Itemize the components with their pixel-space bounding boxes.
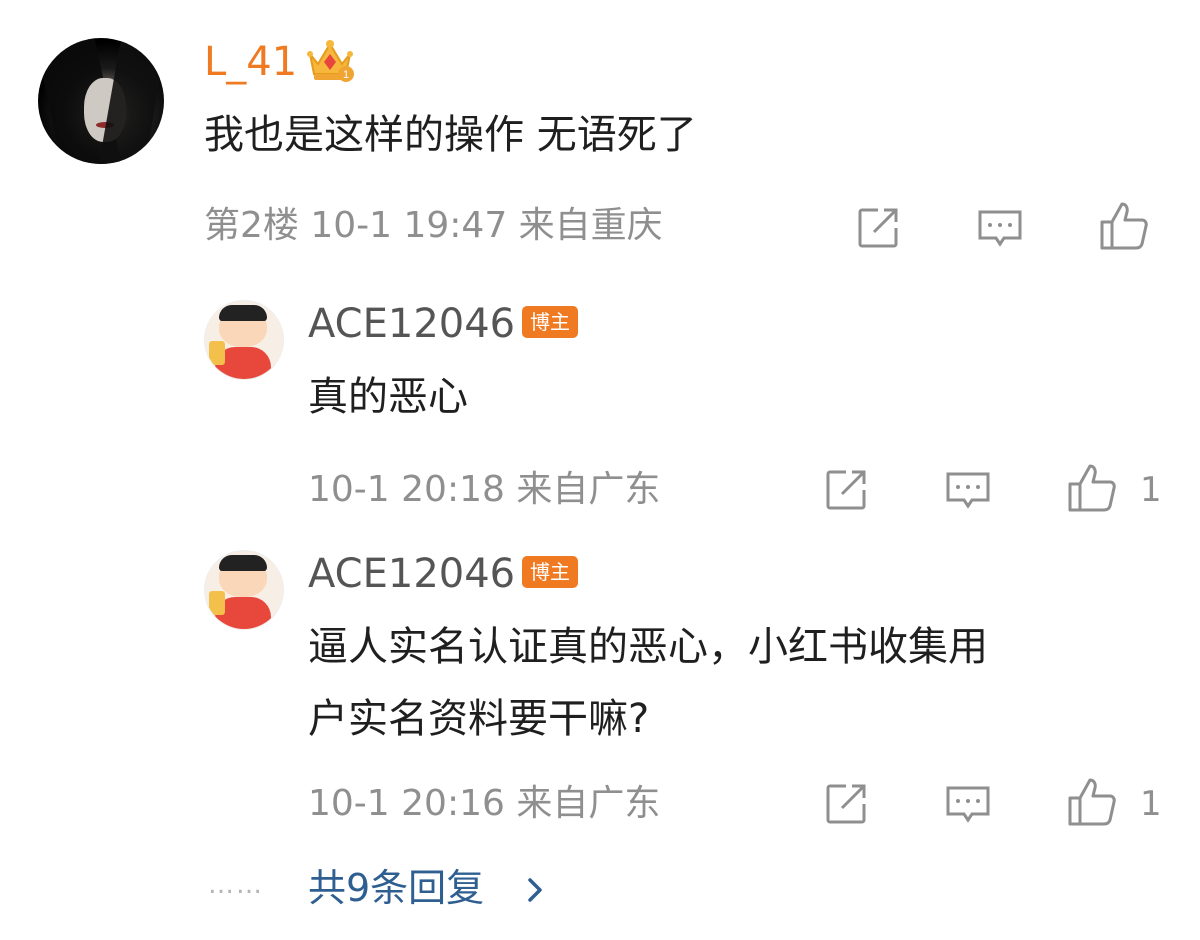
main-comment-username[interactable]: L_41 [204, 38, 297, 86]
like-icon[interactable] [1066, 776, 1118, 828]
main-comment-text: 我也是这样的操作 无语死了 [204, 112, 697, 158]
comment-icon[interactable] [976, 204, 1024, 252]
chevron-right-icon[interactable] [522, 872, 548, 908]
like-count: 1 [1140, 784, 1162, 824]
reply-text: 真的恶心 [308, 374, 468, 420]
reply-username[interactable]: ACE12046 [308, 550, 515, 598]
reply-meta: 10-1 20:16 来自广东 [308, 783, 661, 824]
divider-dots: …… [208, 870, 264, 900]
avatar[interactable] [204, 300, 284, 380]
avatar[interactable] [204, 550, 284, 630]
share-icon[interactable] [822, 780, 870, 828]
reply-text-line-2: 户实名资料要干嘛? [308, 696, 650, 742]
reply-meta: 10-1 20:18 来自广东 [308, 469, 661, 510]
blogger-badge: 博主 [522, 556, 578, 588]
like-count: 1 [1140, 470, 1162, 510]
like-icon[interactable] [1066, 462, 1118, 514]
blogger-badge: 博主 [522, 306, 578, 338]
main-comment-meta: 第2楼 10-1 19:47 来自重庆 [204, 205, 663, 246]
comment-icon[interactable] [944, 466, 992, 514]
crown-icon: 1 [304, 34, 356, 84]
more-replies-link[interactable]: 共9条回复 [308, 864, 484, 912]
avatar[interactable] [38, 38, 164, 164]
comment-icon[interactable] [944, 780, 992, 828]
share-icon[interactable] [822, 466, 870, 514]
reply-username[interactable]: ACE12046 [308, 300, 515, 348]
reply-text-line-1: 逼人实名认证真的恶心，小红书收集用 [308, 624, 988, 670]
like-icon[interactable] [1098, 200, 1150, 252]
share-icon[interactable] [854, 204, 902, 252]
svg-text:1: 1 [343, 69, 349, 81]
